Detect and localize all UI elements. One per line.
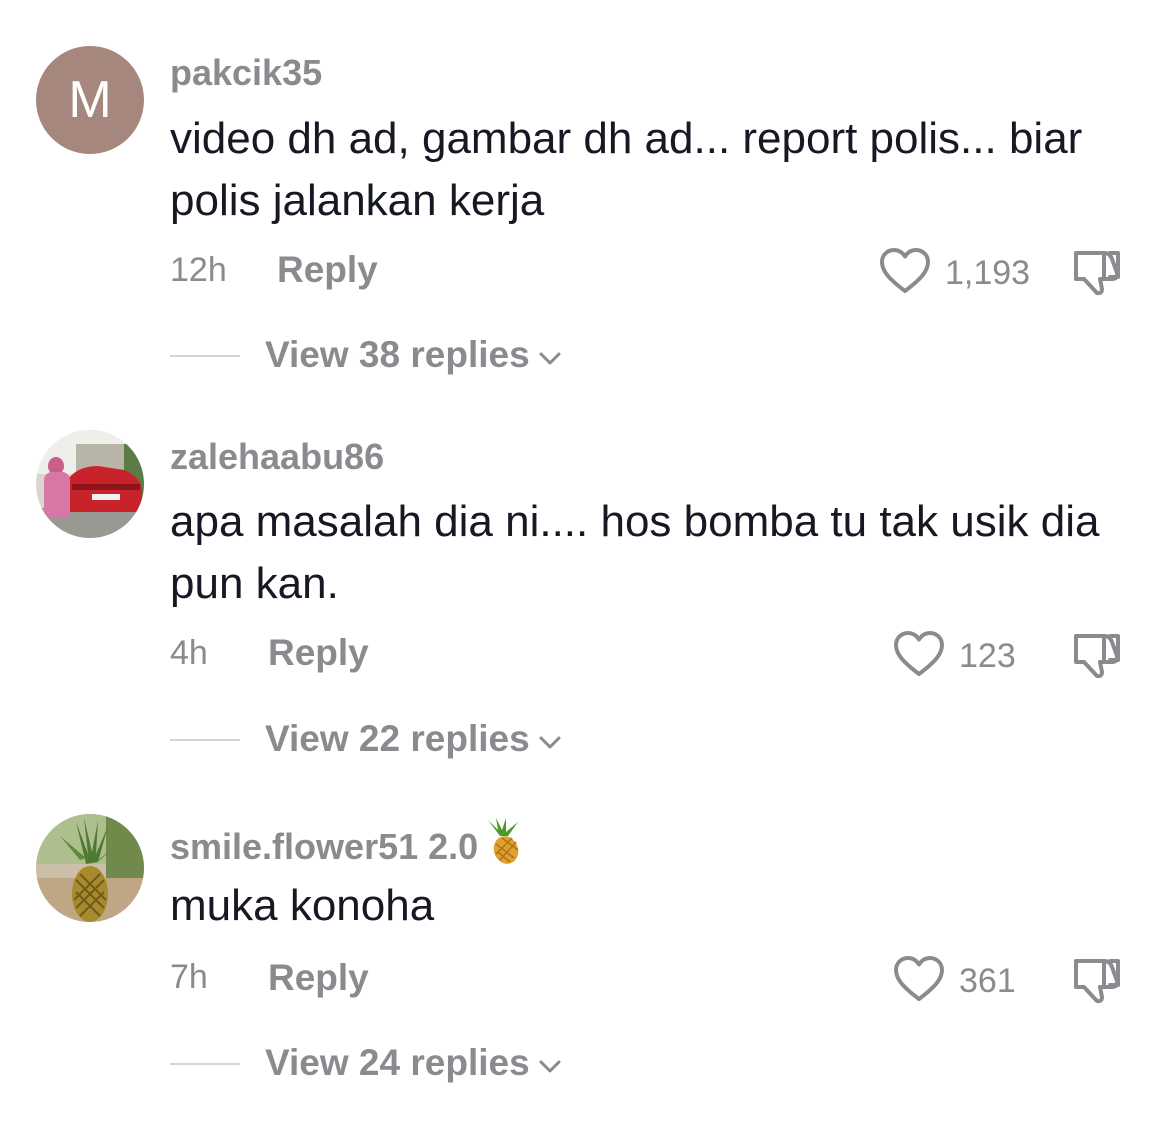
avatar[interactable] — [36, 814, 144, 922]
comment-text: muka konoha — [170, 881, 435, 930]
comment-time: 7h — [170, 958, 208, 996]
username-text: smile.flower51 2.0 — [170, 825, 479, 867]
chevron-down-icon — [530, 1042, 562, 1084]
view-replies-label: View 24 replies — [265, 1042, 530, 1083]
like-button[interactable]: 361 — [893, 955, 1016, 1008]
like-count: 361 — [959, 962, 1016, 1000]
pineapple-icon — [478, 818, 522, 875]
comment-item: smile.flower51 2.0 muka konoha 7h Reply … — [0, 0, 1170, 1100]
view-replies-button[interactable]: View 24 replies — [265, 1042, 562, 1084]
reply-button[interactable]: Reply — [268, 957, 369, 999]
dislike-button[interactable] — [1070, 955, 1124, 1010]
thumbs-down-icon — [1070, 959, 1124, 1009]
divider — [170, 1063, 240, 1065]
heart-icon — [893, 955, 945, 1008]
comment-username[interactable]: smile.flower51 2.0 — [170, 818, 522, 875]
